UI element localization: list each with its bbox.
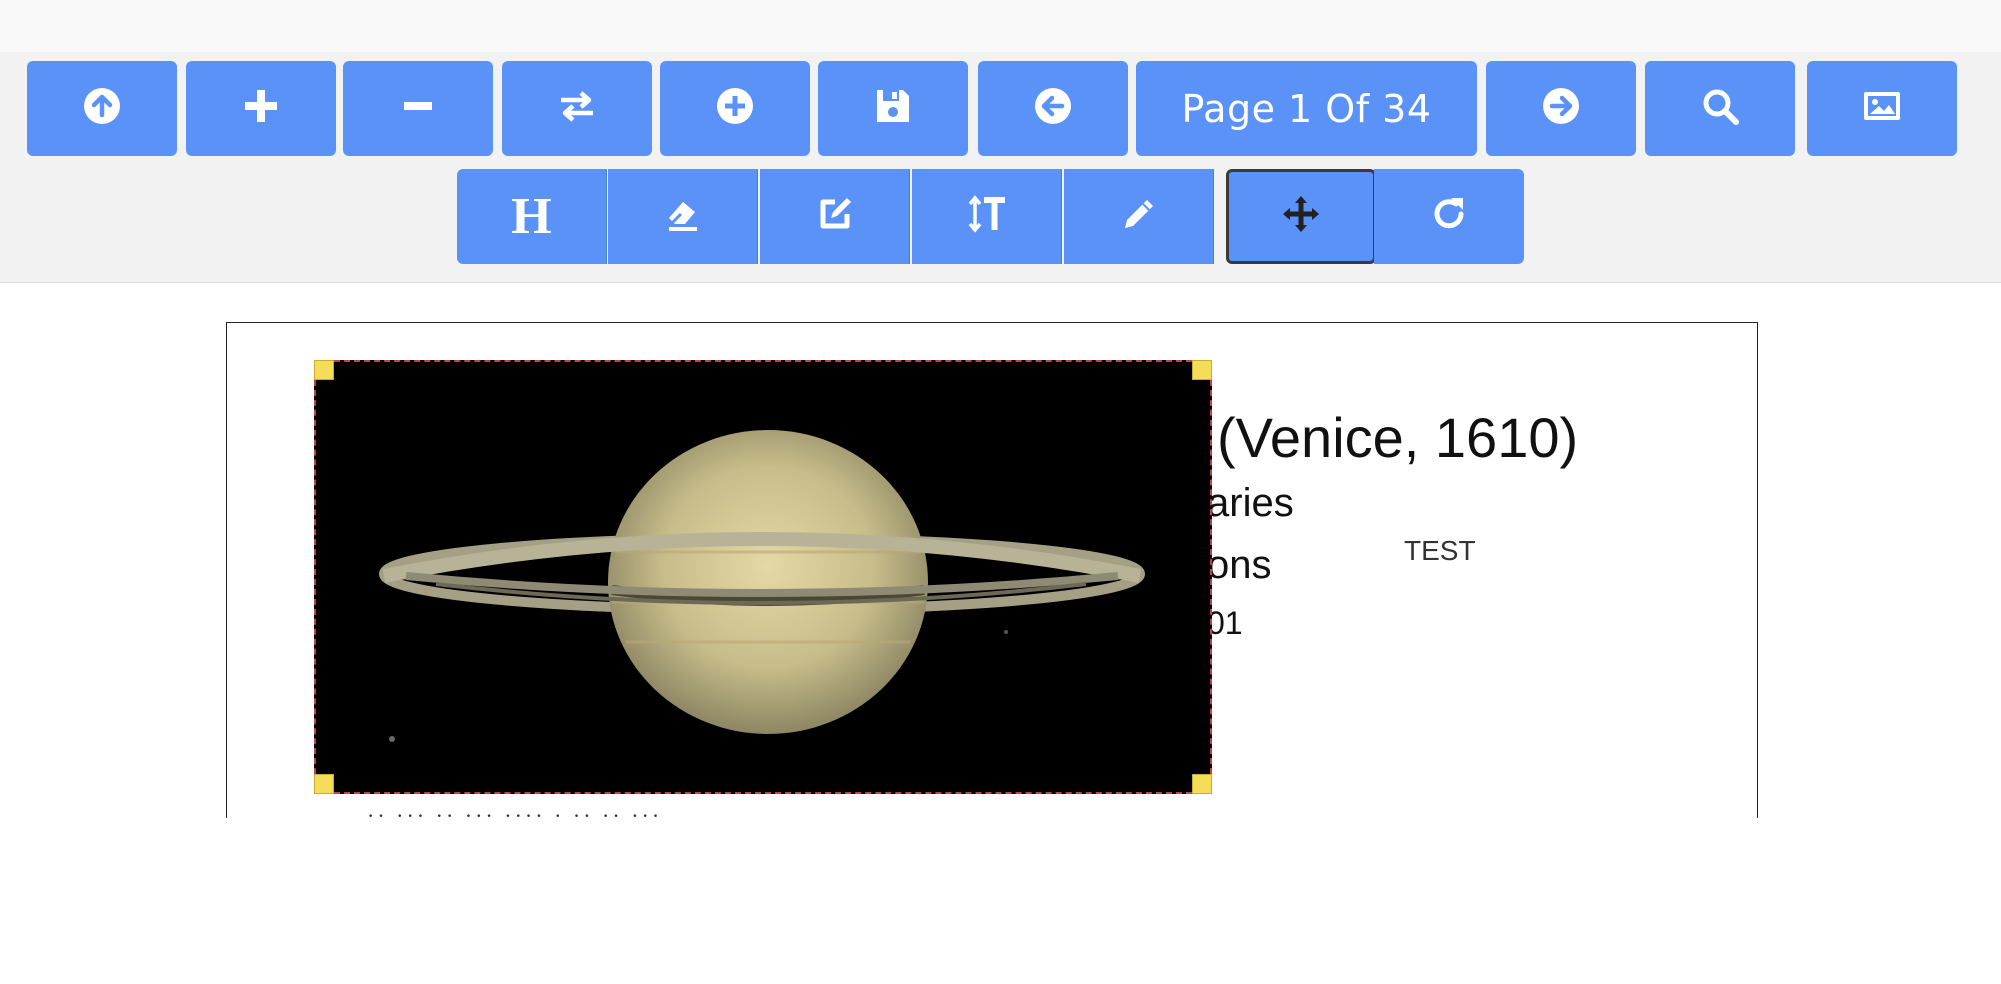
search-icon xyxy=(1700,86,1740,131)
image-icon xyxy=(1862,86,1902,131)
minus-icon xyxy=(398,86,438,131)
add-button[interactable] xyxy=(660,61,810,156)
top-strip xyxy=(0,0,2001,52)
save-button[interactable] xyxy=(818,61,968,156)
edit-box-icon xyxy=(815,194,855,239)
insert-image-button[interactable] xyxy=(1807,61,1957,156)
zoom-in-button[interactable] xyxy=(186,61,336,156)
zoom-out-button[interactable] xyxy=(343,61,493,156)
next-page-button[interactable] xyxy=(1486,61,1636,156)
resize-handle-top-left[interactable] xyxy=(314,360,334,380)
move-button[interactable] xyxy=(1226,169,1376,264)
redo-icon xyxy=(1429,194,1469,239)
doc-line-3: ons xyxy=(1207,543,1272,587)
plus-circle-icon xyxy=(715,86,755,131)
floppy-disk-icon xyxy=(873,86,913,131)
doc-line-2: aries xyxy=(1207,481,1294,525)
doc-line-4: 01 xyxy=(1207,605,1243,641)
doc-title-fragment: (Venice, 1610) xyxy=(1217,406,1579,469)
swap-arrows-icon xyxy=(557,86,597,131)
arrow-up-circle-icon xyxy=(82,86,122,131)
resize-handle-top-right[interactable] xyxy=(1192,360,1212,380)
text-height-icon xyxy=(967,194,1007,239)
redo-button[interactable] xyxy=(1374,169,1524,264)
move-arrows-icon xyxy=(1281,194,1321,239)
pencil-icon xyxy=(1119,194,1159,239)
upload-button[interactable] xyxy=(27,61,177,156)
plus-icon xyxy=(241,86,281,131)
selected-image[interactable] xyxy=(314,360,1212,794)
text-annotation[interactable]: TEST xyxy=(1404,535,1476,567)
page-indicator-label: Page 1 Of 34 xyxy=(1181,86,1432,131)
pdf-toolbar: Page 1 Of 34 H xyxy=(0,52,2001,283)
text-height-button[interactable] xyxy=(912,169,1062,264)
saturn-image xyxy=(316,362,1210,792)
search-button[interactable] xyxy=(1645,61,1795,156)
resize-handle-bottom-right[interactable] xyxy=(1192,774,1212,794)
arrow-left-circle-icon xyxy=(1033,86,1073,131)
cut-off-text-line: ·· ··· ·· ··· ···· · ·· ·· ··· xyxy=(367,803,663,818)
prev-page-button[interactable] xyxy=(978,61,1128,156)
page-indicator: Page 1 Of 34 xyxy=(1136,61,1477,156)
eraser-button[interactable] xyxy=(608,169,758,264)
edit-button[interactable] xyxy=(760,169,910,264)
swap-button[interactable] xyxy=(502,61,652,156)
resize-handle-bottom-left[interactable] xyxy=(314,774,334,794)
arrow-right-circle-icon xyxy=(1541,86,1581,131)
pencil-button[interactable] xyxy=(1064,169,1214,264)
eraser-icon xyxy=(663,194,703,239)
heading-button[interactable]: H xyxy=(457,169,607,264)
heading-icon: H xyxy=(511,188,552,245)
